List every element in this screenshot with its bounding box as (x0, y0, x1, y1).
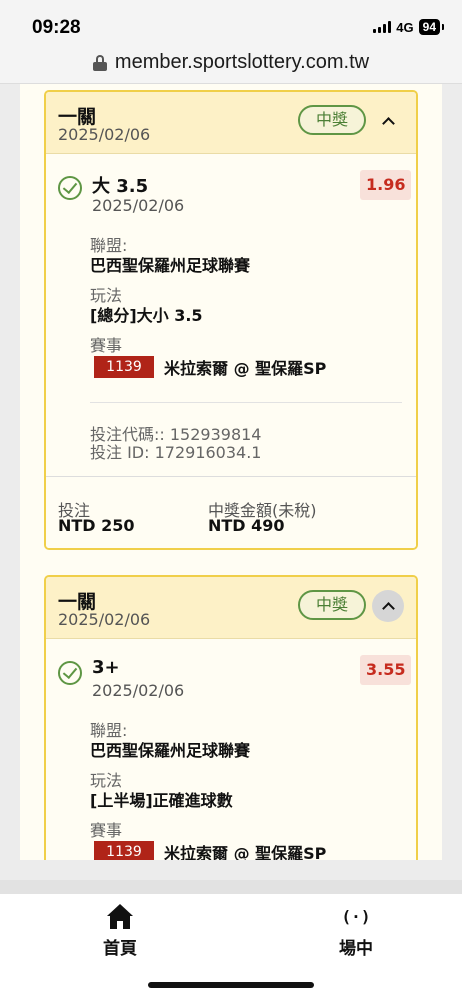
event-label: 賽事 (90, 821, 123, 840)
chevron-up-icon (381, 116, 395, 130)
page-bottom-band (0, 880, 462, 894)
live-broadcast-icon: (·) (341, 907, 371, 926)
battery-icon: 94 (418, 19, 445, 35)
bet-card-footer: 投注 NTD 250 中獎金額(未稅) NTD 490 (46, 476, 416, 548)
tab-live[interactable]: (·) 場中 (316, 904, 396, 959)
selection-date: 2025/02/06 (92, 681, 185, 700)
bet-card-header[interactable]: 一關 2025/02/06 中獎 (46, 92, 416, 154)
match-code-badge: 1139 (94, 356, 154, 378)
bet-card: 一關 2025/02/06 中獎 大 3.5 2025/02/06 1.96 聯… (44, 90, 418, 550)
tab-home[interactable]: 首頁 (80, 904, 160, 959)
event-label: 賽事 (90, 336, 123, 355)
tab-live-label: 場中 (339, 939, 373, 959)
lock-icon (92, 54, 107, 71)
match-row: 1139 米拉索爾 @ 聖保羅SP (94, 840, 326, 860)
bet-card: 一關 2025/02/06 中獎 3+ 2025/02/06 3.55 聯盟: … (44, 575, 418, 860)
selection-name: 3+ (92, 657, 120, 678)
status-indicators: 4G 94 (373, 19, 445, 35)
tab-home-label: 首頁 (103, 939, 137, 959)
bet-date: 2025/02/06 (58, 610, 151, 629)
check-circle-icon (58, 661, 82, 685)
bet-card-header[interactable]: 一關 2025/02/06 中獎 (46, 577, 416, 639)
market-value: [總分]大小 3.5 (90, 306, 203, 325)
win-status-badge: 中獎 (298, 105, 366, 135)
selection-name: 大 3.5 (92, 176, 149, 197)
match-code-badge: 1139 (94, 841, 154, 860)
check-circle-icon (58, 176, 82, 200)
odds-badge: 1.96 (360, 170, 412, 200)
bet-date: 2025/02/06 (58, 125, 151, 144)
match-name: 米拉索爾 @ 聖保羅SP (164, 359, 327, 378)
home-indicator (148, 982, 314, 988)
stake-value: NTD 250 (58, 516, 135, 535)
network-type: 4G (396, 19, 414, 35)
url-text[interactable]: member.sportslottery.com.tw (115, 51, 369, 74)
collapse-button[interactable] (372, 105, 404, 137)
home-icon (105, 904, 135, 930)
chevron-up-icon (381, 601, 395, 615)
odds-badge: 3.55 (360, 655, 412, 685)
bet-selection: 大 3.5 2025/02/06 1.96 聯盟: 巴西聖保羅州足球聯賽 玩法 … (46, 154, 416, 476)
address-bar[interactable]: member.sportslottery.com.tw (0, 42, 462, 84)
bet-code: 投注代碼:: 152939814 (90, 425, 262, 444)
status-bar: 09:28 4G 94 (0, 0, 462, 42)
market-value: [上半場]正確進球數 (90, 791, 233, 810)
divider (90, 402, 402, 403)
bet-id: 投注 ID: 172916034.1 (90, 443, 262, 462)
match-row: 1139 米拉索爾 @ 聖保羅SP (94, 355, 326, 379)
match-name: 米拉索爾 @ 聖保羅SP (164, 844, 327, 860)
win-status-badge: 中獎 (298, 590, 366, 620)
status-time: 09:28 (32, 17, 81, 38)
bet-selection: 3+ 2025/02/06 3.55 聯盟: 巴西聖保羅州足球聯賽 玩法 [上半… (46, 639, 416, 860)
cellular-signal-icon (373, 21, 392, 33)
payout-value: NTD 490 (208, 516, 285, 535)
selection-date: 2025/02/06 (92, 196, 185, 215)
league-value: 巴西聖保羅州足球聯賽 (90, 741, 251, 760)
bet-list[interactable]: 一關 2025/02/06 中獎 大 3.5 2025/02/06 1.96 聯… (20, 84, 442, 860)
league-value: 巴西聖保羅州足球聯賽 (90, 256, 251, 275)
collapse-button[interactable] (372, 590, 404, 622)
